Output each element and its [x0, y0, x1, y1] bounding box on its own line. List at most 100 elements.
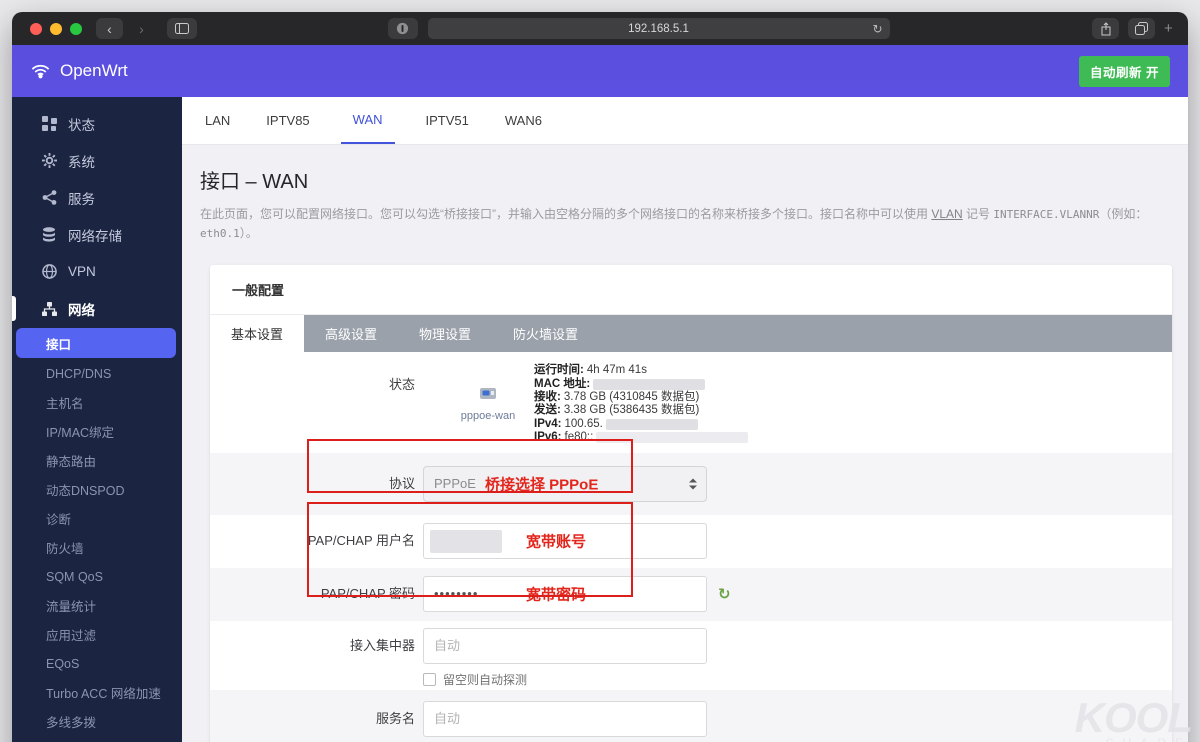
status-details: 运行时间: 4h 47m 41s MAC 地址: 接收: 3.78 GB (4310…: [534, 364, 749, 444]
interface-device: pppoe-wan: [447, 364, 529, 444]
status-key: MAC 地址:: [534, 377, 591, 390]
sidebar-item-storage[interactable]: 网络存储: [12, 216, 182, 253]
address-bar[interactable]: 192.168.5.1 ↻: [427, 18, 890, 39]
new-tab-button[interactable]: +: [1164, 20, 1178, 37]
sidebar-toggle-button[interactable]: [167, 18, 197, 39]
sidebar-subitem-label: 主机名: [46, 397, 84, 411]
sidebar-subitem-label: 多线多拨: [46, 716, 97, 730]
sidebar-subitem-hostname[interactable]: 主机名: [12, 388, 182, 417]
field-label: PAP/CHAP 密码: [320, 585, 415, 601]
sidebar-item-system[interactable]: 系统: [12, 142, 182, 179]
close-window-button[interactable]: [30, 22, 42, 35]
back-button[interactable]: ‹: [96, 18, 123, 39]
tab-iptv85[interactable]: IPTV85: [261, 97, 314, 144]
sidebar-subitem-firewall[interactable]: 防火墙: [12, 533, 182, 562]
sidebar-subitem-interfaces[interactable]: 接口: [16, 328, 176, 358]
sitemap-icon: [41, 301, 57, 317]
field-label: 服务名: [375, 710, 415, 726]
access-concentrator-input[interactable]: [423, 627, 707, 664]
auto-refresh-button[interactable]: 自动刷新 开: [1079, 55, 1170, 87]
field-label: PAP/CHAP 用户名: [307, 532, 415, 548]
sidebar-subitem-label: 流量统计: [46, 600, 97, 614]
sidebar-subitem-label: SQM QoS: [46, 569, 103, 584]
status-value: 4h 47m 41s: [586, 364, 647, 377]
brand: OpenWrt: [30, 61, 128, 82]
status-key: 发送:: [534, 404, 561, 417]
browser-titlebar: ‹ › 192.168.5.1 ↻ +: [12, 12, 1188, 45]
general-config-card: 一般配置 基本设置 高级设置 物理设置 防火墙设置 状态 pppoe-wan 运…: [210, 265, 1172, 742]
tab-iptv51[interactable]: IPTV51: [421, 97, 474, 144]
tab-basic-settings[interactable]: 基本设置: [210, 315, 305, 353]
sidebar-subitem-traffic-stats[interactable]: 流量统计: [12, 591, 182, 620]
code-text: INTERFACE.VLANNR: [993, 208, 1100, 221]
sidebar-item-label: 网络: [68, 302, 95, 318]
field-label: 状态: [388, 377, 415, 393]
zoom-window-button[interactable]: [70, 22, 82, 35]
status-line-uptime: 运行时间: 4h 47m 41s: [534, 364, 748, 377]
interface-tabs: LAN IPTV85 WAN IPTV51 WAN6: [182, 97, 1188, 145]
sidebar-item-label: 服务: [68, 191, 95, 207]
concentrator-row: 接入集中器 留空则自动探测: [210, 621, 1172, 690]
sidebar-subitem-label: 诊断: [46, 513, 72, 527]
sidebar-subitem-static-routes[interactable]: 静态路由: [12, 446, 182, 475]
tab-physical-settings[interactable]: 物理设置: [398, 315, 492, 352]
tab-wan[interactable]: WAN: [340, 97, 395, 144]
status-key: 接收:: [534, 391, 561, 403]
sidebar-subitem-app-filter[interactable]: 应用过滤: [12, 620, 182, 649]
nodes-icon: [41, 190, 57, 206]
openwrt-logo-icon: [31, 64, 50, 78]
field-label: 接入集中器: [349, 637, 415, 653]
sidebar-item-network[interactable]: 网络: [12, 290, 182, 327]
tab-firewall-settings[interactable]: 防火墙设置: [492, 315, 599, 352]
sidebar-item-vpn[interactable]: VPN: [12, 253, 182, 290]
sidebar-item-status[interactable]: 状态: [12, 105, 182, 142]
sidebar-item-label: 状态: [68, 117, 95, 133]
sidebar-subitem-eqos[interactable]: EQoS: [12, 649, 182, 678]
checkbox-icon[interactable]: [423, 672, 436, 686]
sidebar-subitem-label: Turbo ACC 网络加速: [46, 687, 161, 701]
network-interface-icon: [480, 388, 496, 400]
sidebar-subitem-ddns[interactable]: 动态DNSPOD: [12, 475, 182, 504]
desc-text: 在此页面，您可以配置网络接口。您可以勾选“桥接接口”，并输入由空格分隔的多个网络…: [200, 207, 932, 221]
tab-wan6[interactable]: WAN6: [500, 97, 547, 144]
status-line-mac: MAC 地址:: [534, 378, 748, 391]
section-title: 一般配置: [210, 265, 1172, 316]
sidebar-subitem-label: 动态DNSPOD: [46, 484, 125, 498]
status-line-ipv6: IPv6: fe80::: [534, 431, 749, 444]
status-line-ipv4: IPv4: 100.65.: [534, 418, 748, 431]
code-text: eth0.1: [200, 226, 240, 240]
redacted-username: [430, 529, 502, 553]
sidebar-subitem-multiwan[interactable]: 多线多拨: [12, 707, 182, 736]
sidebar-subitem-sqm-qos[interactable]: SQM QoS: [12, 562, 182, 591]
sidebar-subitem-label: 静态路由: [46, 455, 97, 469]
share-button[interactable]: [1092, 18, 1119, 39]
service-name-input[interactable]: [423, 700, 707, 737]
password-refresh-icon[interactable]: ↻: [718, 585, 731, 603]
status-line-rx: 接收: 3.78 GB (4310845 数据包): [534, 391, 748, 404]
brand-name: OpenWrt: [60, 61, 128, 80]
tab-advanced-settings[interactable]: 高级设置: [304, 315, 398, 352]
reload-icon[interactable]: ↻: [872, 22, 882, 36]
sidebar-subitem-turbo-acc[interactable]: Turbo ACC 网络加速: [12, 678, 182, 707]
tab-lan[interactable]: LAN: [200, 97, 235, 144]
sidebar-item-services[interactable]: 服务: [12, 179, 182, 216]
annotation-protocol: 桥接选择 PPPoE: [485, 476, 599, 494]
sidebar-subitem-label: EQoS: [46, 656, 80, 671]
database-icon: [41, 227, 57, 243]
forward-button[interactable]: ›: [128, 18, 155, 39]
dashboard-icon: [41, 116, 57, 132]
sidebar-subitem-dhcp-dns[interactable]: DHCP/DNS: [12, 359, 182, 388]
desc-text: ）。: [239, 225, 258, 240]
page-settings-icon: [396, 22, 409, 35]
page-settings-button[interactable]: [387, 18, 418, 39]
password-row: PAP/CHAP 密码 宽带密码 ↻: [210, 567, 1172, 621]
share-icon: [1101, 21, 1110, 35]
minimize-window-button[interactable]: [50, 22, 62, 35]
username-row: PAP/CHAP 用户名 宽带账号: [210, 515, 1172, 568]
sidebar-subitem-ip-mac-binding[interactable]: IP/MAC绑定: [12, 417, 182, 446]
tabs-overview-button[interactable]: [1128, 18, 1155, 39]
desc-text: （例如：: [1099, 207, 1148, 221]
sidebar-item-label: 网络存储: [68, 228, 122, 244]
sidebar-subitem-diagnostics[interactable]: 诊断: [12, 504, 182, 533]
vlan-link[interactable]: VLAN: [931, 207, 962, 221]
